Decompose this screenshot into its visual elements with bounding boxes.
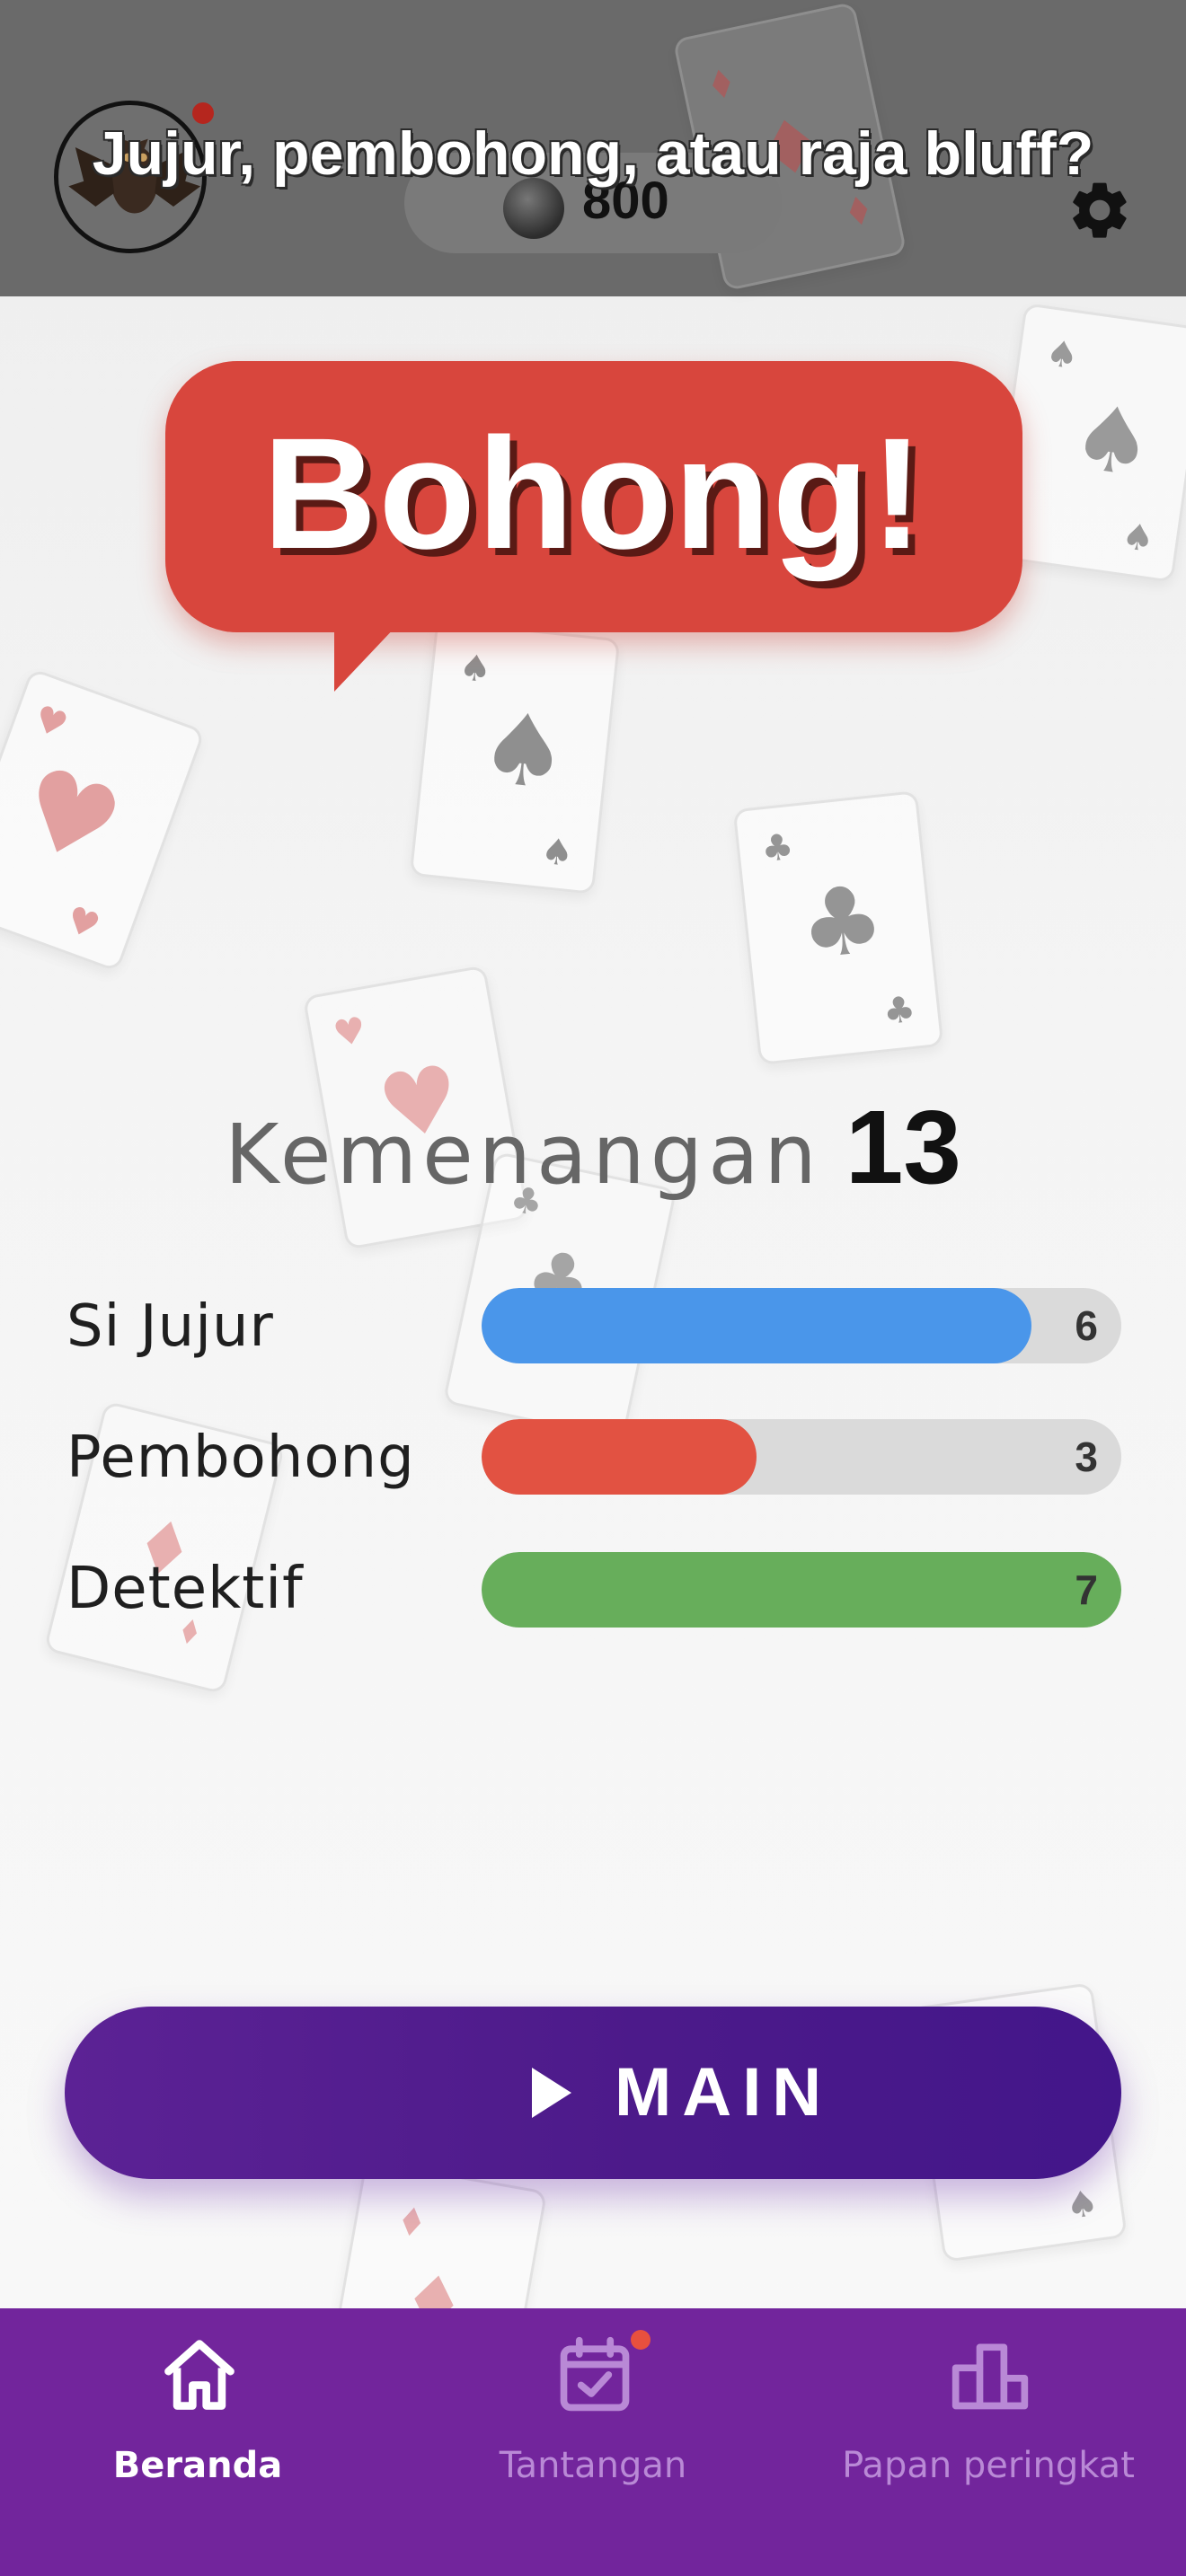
stat-bar-detektif: 7: [482, 1552, 1121, 1628]
stat-bar-si-jujur: 6: [482, 1288, 1121, 1363]
gear-icon[interactable]: [1066, 176, 1134, 244]
decor-card-spade-center: ♠ ♠ ♠: [409, 620, 621, 895]
nav-label-tantangan: Tantangan: [499, 2445, 687, 2486]
nav-item-beranda[interactable]: Beranda: [0, 2308, 395, 2576]
wins-label: Kemenangan: [225, 1107, 822, 1203]
stat-label-si-jujur: Si Jujur: [66, 1293, 274, 1360]
stat-value: 6: [1075, 1302, 1098, 1349]
speech-bubble-tail: [334, 625, 397, 692]
stat-label-detektif: Detektif: [66, 1556, 304, 1622]
main-button-label: MAIN: [615, 2054, 833, 2130]
svg-text:♣: ♣: [881, 989, 917, 1033]
stat-value: 3: [1075, 1434, 1098, 1480]
nav-label-papan-peringkat: Papan peringkat: [842, 2445, 1135, 2486]
bottom-nav: Beranda Tantangan Papan peringkat: [0, 2308, 1186, 2576]
home-icon: [164, 2340, 235, 2410]
decor-card-heart-left: ♥ ♥ ♥: [0, 667, 206, 973]
nav-item-papan-peringkat[interactable]: Papan peringkat: [791, 2308, 1186, 2576]
stat-bar-fill: [482, 1552, 1121, 1628]
svg-text:♠: ♠: [1066, 383, 1160, 498]
stat-bar-pembohong: 3: [482, 1419, 1121, 1495]
svg-text:♥: ♥: [60, 898, 104, 948]
wins-value: 13: [845, 1089, 961, 1205]
svg-text:♠: ♠: [457, 647, 493, 691]
svg-text:♠: ♠: [539, 831, 575, 875]
svg-text:♥: ♥: [3, 743, 137, 893]
bubble-text: Bohong!: [262, 406, 925, 582]
svg-text:♣: ♣: [759, 826, 795, 870]
svg-text:♥: ♥: [331, 1010, 369, 1056]
stat-value: 7: [1075, 1566, 1098, 1613]
page-title: Jujur, pembohong, atau raja bluff?: [92, 119, 1094, 188]
leaderboard-icon: [951, 2343, 1029, 2410]
nav-badge-dot: [631, 2330, 651, 2350]
play-icon: [532, 2068, 571, 2118]
svg-text:♣: ♣: [794, 863, 889, 981]
stat-bar-fill: [482, 1288, 1032, 1363]
stat-label-pembohong: Pembohong: [66, 1425, 415, 1491]
nav-label-beranda: Beranda: [112, 2445, 283, 2486]
nav-item-tantangan[interactable]: Tantangan: [395, 2308, 791, 2576]
svg-text:♠: ♠: [1120, 516, 1157, 561]
top-header: 800 Jujur, pembohong, atau raja bluff?: [0, 0, 1186, 296]
svg-text:♠: ♠: [474, 689, 573, 813]
wins-summary: Kemenangan 13: [0, 1087, 1186, 1207]
calendar-check-icon: [560, 2336, 630, 2412]
svg-text:♠: ♠: [1043, 332, 1081, 378]
svg-text:♠: ♠: [1063, 2183, 1101, 2228]
stat-bar-fill: [482, 1419, 757, 1495]
main-play-button[interactable]: MAIN: [65, 2007, 1121, 2179]
decor-card-club-right: ♣ ♣ ♣: [732, 790, 944, 1065]
svg-text:♥: ♥: [29, 698, 73, 747]
